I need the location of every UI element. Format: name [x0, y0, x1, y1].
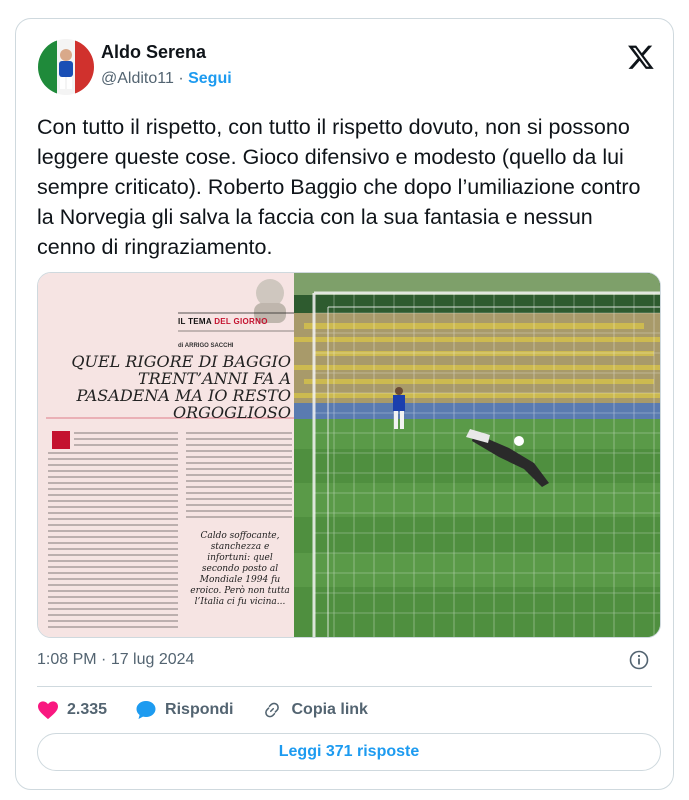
newspaper-page: IL TEMA DEL GIORNO di ARRIGO SACCHI QUEL…: [38, 273, 294, 637]
link-icon: [265, 702, 280, 718]
avatar[interactable]: [38, 39, 94, 95]
reply-button[interactable]: Rispondi: [135, 700, 233, 720]
stadium-photo: [294, 273, 660, 637]
reply-label: Rispondi: [165, 701, 234, 718]
reply-bubble-icon: [136, 701, 156, 719]
info-icon[interactable]: [629, 650, 649, 670]
tweet-text: Con tutto il rispetto, con tutto il risp…: [37, 115, 641, 259]
separator-dot: ·: [173, 70, 189, 87]
like-button[interactable]: 2.335: [37, 700, 107, 720]
like-count: 2.335: [67, 701, 108, 718]
author-handle[interactable]: @Aldito11: [101, 70, 174, 87]
read-replies-button[interactable]: Leggi 371 risposte: [37, 733, 661, 771]
tweet-timestamp[interactable]: 1:08 PM · 17 lug 2024: [37, 651, 194, 669]
tweet-card: Aldo Serena @Aldito11 · Segui Con tutto …: [15, 18, 674, 790]
copy-link-button[interactable]: Copia link: [261, 700, 368, 720]
heart-icon: [38, 701, 58, 720]
copy-link-label: Copia link: [291, 701, 368, 718]
article-subhead: Caldo soffocante, stanchezza e infortuni…: [190, 531, 290, 607]
actions-bar: 2.335 Rispondi Copia link: [37, 698, 396, 722]
author-handle-row: @Aldito11 · Segui: [101, 70, 232, 88]
follow-button[interactable]: Segui: [188, 70, 232, 87]
x-logo-icon[interactable]: [627, 43, 655, 71]
author-name[interactable]: Aldo Serena: [101, 42, 206, 63]
tweet-media-image[interactable]: IL TEMA DEL GIORNO di ARRIGO SACCHI QUEL…: [37, 272, 661, 638]
divider: [37, 686, 652, 687]
